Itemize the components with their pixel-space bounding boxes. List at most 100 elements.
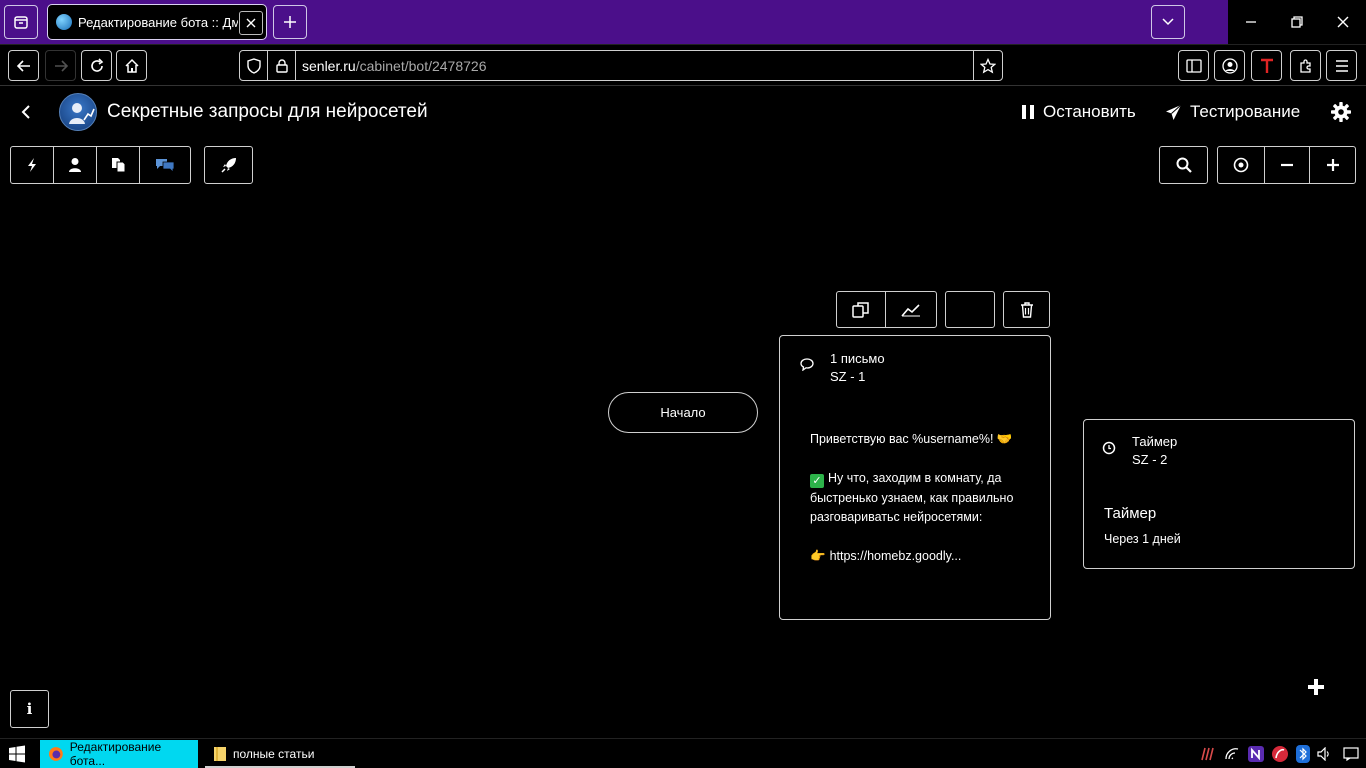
url-text: senler.ru/cabinet/bot/2478726	[296, 58, 486, 74]
windows-logo-icon	[9, 745, 25, 763]
senler-favicon-icon	[56, 14, 72, 30]
address-bar[interactable]: senler.ru/cabinet/bot/2478726	[239, 50, 1003, 81]
app-menu-button[interactable]	[1326, 50, 1357, 81]
info-button[interactable]: i	[10, 690, 49, 728]
check-mark-icon: ✓	[810, 474, 824, 488]
timer-node[interactable]: Таймер SZ - 2 Таймер Через 1 дней	[1083, 419, 1355, 569]
bookmark-button[interactable]	[973, 51, 1002, 80]
windows-start-button[interactable]	[8, 745, 26, 768]
lock-icon	[275, 58, 288, 73]
account-icon	[1221, 57, 1238, 74]
info-icon: i	[26, 700, 33, 718]
message-node-step: SZ - 1	[830, 369, 866, 384]
windows-taskbar: Редактирование бота... полные статьи	[0, 738, 1366, 768]
timer-title: Таймер	[1104, 505, 1157, 522]
launch-toolbar	[204, 146, 253, 184]
zoom-out-button[interactable]	[1265, 147, 1310, 183]
node-actions-group	[836, 291, 937, 328]
testing-button[interactable]: Тестирование	[1165, 102, 1300, 122]
tab-overview-button[interactable]	[4, 5, 38, 39]
delete-node-button[interactable]	[1004, 292, 1049, 327]
site-info-button[interactable]	[268, 51, 296, 80]
taskbar-folder-label: полные статьи	[233, 747, 315, 761]
plus-icon	[1326, 159, 1339, 171]
search-button[interactable]	[1160, 147, 1207, 183]
subscriber-block-button[interactable]	[54, 147, 97, 183]
red-app-icon	[1272, 746, 1288, 762]
start-node[interactable]: Начало	[608, 392, 758, 433]
timer-delay: Через 1 дней	[1104, 532, 1181, 546]
message-link-text: https://homebz.goodly...	[829, 549, 962, 563]
message-block-button[interactable]	[140, 147, 190, 183]
gear-icon	[1331, 102, 1351, 122]
url-domain: senler.ru	[302, 57, 356, 74]
message-preview: Приветствую вас %username%! 🤝 ✓ Ну что, з…	[810, 430, 1030, 567]
chat-bubbles-icon	[156, 159, 175, 173]
stop-bot-label: Остановить	[1043, 102, 1136, 121]
tab-title: Редактирование бота :: Дмитрий	[78, 14, 238, 30]
folder-icon	[214, 747, 226, 761]
hamburger-icon	[1335, 59, 1348, 72]
bot-title: Секретные запросы для нейросетей	[107, 101, 428, 122]
home-button[interactable]	[116, 50, 147, 81]
add-block-button[interactable]	[1305, 676, 1327, 703]
paper-plane-icon	[1166, 104, 1182, 120]
taskbar-firefox[interactable]: Редактирование бота...	[40, 740, 198, 768]
stop-bot-button[interactable]: Остановить	[1021, 102, 1136, 122]
center-view-button[interactable]	[1218, 147, 1265, 183]
restore-window-button[interactable]	[1274, 0, 1320, 44]
close-icon	[246, 18, 256, 28]
settings-button[interactable]	[1330, 101, 1352, 128]
tray-volume[interactable]	[1315, 742, 1335, 766]
zoom-in-button[interactable]	[1310, 147, 1355, 183]
message-line: ✓ Ну что, заходим в комнату, да быстреньк…	[810, 469, 1030, 528]
tray-app-red[interactable]	[1270, 742, 1290, 766]
tray-wifi[interactable]	[1222, 742, 1242, 766]
bot-editor-header: Секретные запросы для нейросетей Останов…	[0, 86, 1366, 140]
tray-app-1[interactable]	[1198, 742, 1218, 766]
minimize-window-button[interactable]	[1228, 0, 1274, 44]
speech-bubble-icon	[800, 358, 814, 372]
new-tab-button[interactable]	[273, 5, 307, 39]
back-button[interactable]	[8, 50, 39, 81]
close-window-button[interactable]	[1320, 0, 1366, 44]
lightning-icon	[28, 158, 36, 172]
tracking-protection-button[interactable]	[240, 51, 268, 80]
arrow-left-icon	[16, 59, 30, 72]
taskbar-folder[interactable]: полные статьи	[205, 740, 355, 768]
restore-icon	[1291, 16, 1303, 28]
browser-tab-active[interactable]: Редактирование бота :: Дмитрий	[47, 4, 267, 40]
home-icon	[124, 58, 139, 73]
copy-block-button[interactable]	[97, 147, 140, 183]
tray-app-n[interactable]	[1246, 742, 1266, 766]
timer-node-header: Таймер SZ - 2	[1102, 433, 1177, 469]
reader-view-button[interactable]	[1178, 50, 1209, 81]
node-empty-action-button[interactable]	[945, 291, 995, 328]
search-toolbar	[1159, 146, 1208, 184]
target-icon	[1233, 157, 1249, 173]
tray-notifications[interactable]	[1340, 742, 1362, 766]
tab-close-button[interactable]	[239, 11, 263, 35]
rocket-icon	[220, 158, 236, 173]
arrow-right-icon	[54, 59, 68, 72]
tray-bluetooth[interactable]	[1293, 742, 1313, 766]
message-link-line: 👉 https://homebz.goodly...	[810, 547, 1030, 567]
start-node-label: Начало	[660, 405, 706, 420]
browser-navigation-bar: senler.ru/cabinet/bot/2478726	[0, 44, 1366, 86]
forward-button[interactable]	[45, 50, 76, 81]
firefox-icon	[48, 747, 63, 761]
node-stats-button[interactable]	[886, 292, 936, 327]
launch-button[interactable]	[205, 147, 252, 183]
account-button[interactable]	[1214, 50, 1245, 81]
trigger-block-button[interactable]	[11, 147, 54, 183]
list-all-tabs-button[interactable]	[1151, 5, 1185, 39]
extensions-menu-button[interactable]	[1290, 50, 1321, 81]
reload-button[interactable]	[81, 50, 112, 81]
chevron-left-icon[interactable]	[16, 102, 36, 122]
duplicate-node-button[interactable]	[837, 292, 886, 327]
message-node[interactable]: 1 письмо SZ - 1 Приветствую вас %usernam…	[779, 335, 1051, 620]
notification-icon	[1343, 747, 1359, 761]
chevron-down-icon	[1162, 18, 1174, 26]
extension-button[interactable]	[1251, 50, 1282, 81]
line-chart-icon	[901, 303, 920, 317]
